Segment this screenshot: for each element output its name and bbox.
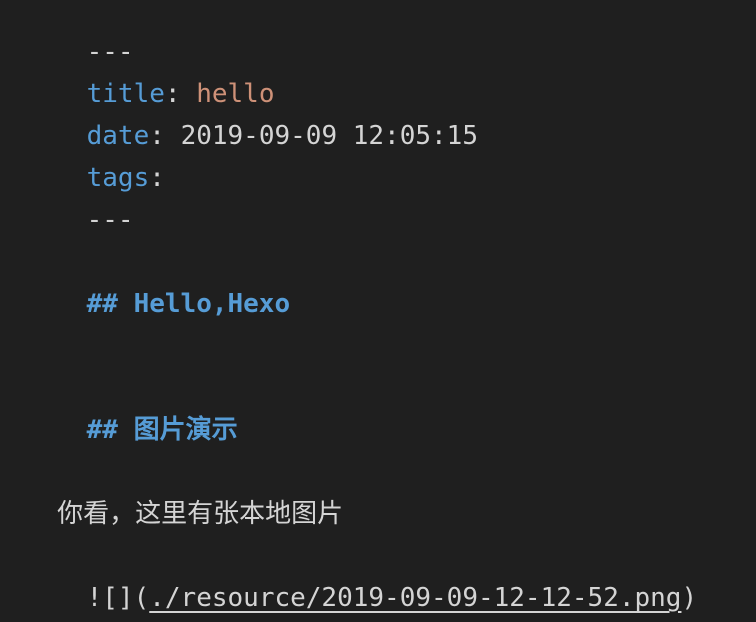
heading-image-demo: ## 图片演示 xyxy=(24,382,238,445)
paragraph-line: 你看，这里有张本地图片 xyxy=(24,466,343,529)
heading-2-text: 图片演示 xyxy=(133,415,238,445)
tags-separator: : xyxy=(149,163,165,193)
front-matter-start: --- xyxy=(24,4,134,67)
front-matter-date-line: date: 2019-09-09 12:05:15 xyxy=(24,88,478,151)
image-markdown-line: ![](./resource/2019-09-09-12-12-52.png) xyxy=(24,550,698,613)
front-matter-end: --- xyxy=(24,172,134,235)
image-link[interactable]: ./resource/2019-09-09-12-12-52.png xyxy=(149,583,681,613)
paragraph-text: 你看，这里有张本地图片 xyxy=(57,499,344,529)
front-matter-delimiter-end: --- xyxy=(86,205,134,235)
date-value: 2019-09-09 12:05:15 xyxy=(180,121,478,151)
heading-hello-hexo: ## Hello,Hexo xyxy=(24,256,291,319)
front-matter-tags-line: tags: xyxy=(24,130,165,193)
image-suffix: ) xyxy=(681,583,698,613)
heading-1-text: ## Hello,Hexo xyxy=(86,289,291,319)
markdown-editor[interactable]: --- title: hello date: 2019-09-09 12:05:… xyxy=(0,0,756,622)
front-matter-title-line: title: hello xyxy=(24,46,275,109)
image-prefix: ![]( xyxy=(86,583,150,613)
heading-2-marker: ## xyxy=(86,415,118,445)
